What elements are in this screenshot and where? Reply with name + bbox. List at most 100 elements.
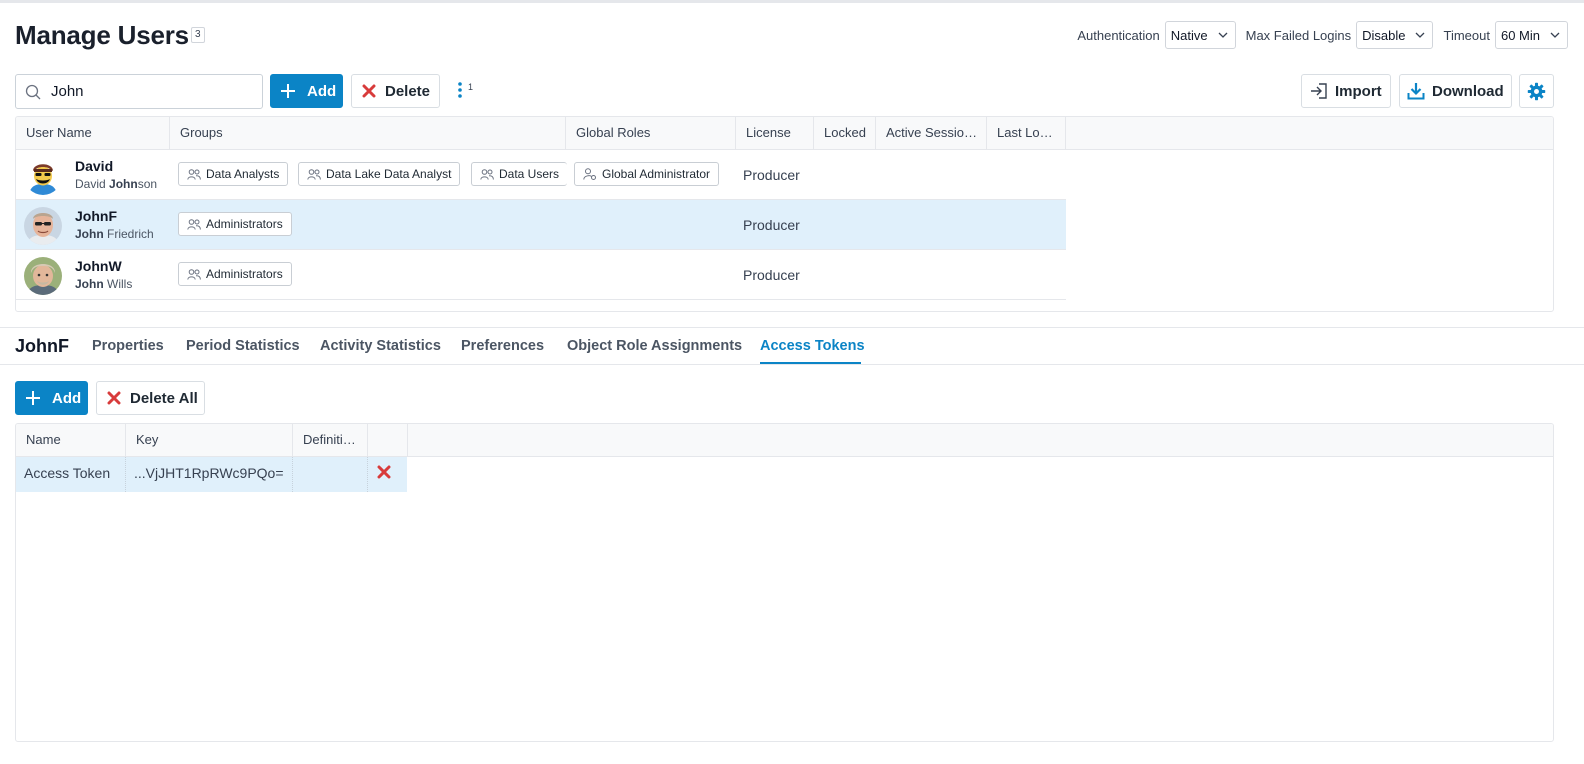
table-row[interactable]: Access Token ...VjJHT1RpRWc9PQo= — [16, 457, 407, 492]
tokens-table-header: Name Key Definiti… — [16, 424, 1553, 457]
user-name: JohnW — [75, 258, 122, 274]
chevron-down-icon — [1416, 32, 1425, 38]
tab-period-statistics[interactable]: Period Statistics — [186, 338, 300, 354]
delete-all-tokens-button[interactable]: Delete All — [96, 381, 205, 415]
user-full-name: David Johnson — [75, 177, 158, 191]
chevron-down-icon — [1550, 32, 1560, 38]
column-header-user-name[interactable]: User Name — [16, 117, 170, 149]
plus-icon — [281, 84, 295, 98]
column-header-license[interactable]: License — [736, 117, 814, 149]
license-value: Producer — [743, 167, 800, 183]
token-name: Access Token — [16, 457, 126, 492]
delete-x-icon — [362, 84, 376, 98]
import-label: Import — [1335, 82, 1382, 100]
table-row[interactable]: David David Johnson Data Analysts Data L… — [16, 150, 1066, 200]
license-value: Producer — [743, 267, 800, 283]
user-name: JohnF — [75, 208, 117, 224]
token-definition — [293, 457, 368, 492]
column-header-global-roles[interactable]: Global Roles — [566, 117, 736, 149]
access-tokens-table: Name Key Definiti… Access Token ...VjJHT… — [15, 423, 1554, 742]
chevron-down-icon — [1218, 32, 1228, 38]
group-icon — [480, 168, 494, 180]
delete-all-label: Delete All — [130, 389, 198, 407]
timeout-value: 60 Min — [1500, 27, 1540, 43]
tab-object-role-assignments[interactable]: Object Role Assignments — [567, 338, 742, 354]
delete-token-button[interactable] — [377, 465, 393, 481]
add-token-button[interactable]: Add — [15, 381, 88, 415]
kebab-menu-icon — [458, 82, 462, 98]
download-button[interactable]: Download — [1399, 74, 1512, 108]
column-header-name[interactable]: Name — [16, 424, 126, 456]
avatar — [24, 207, 62, 245]
group-icon — [187, 218, 201, 230]
timeout-label: Timeout — [1443, 27, 1490, 43]
column-header-definition[interactable]: Definiti… — [293, 424, 368, 456]
authentication-label: Authentication — [1077, 27, 1160, 43]
user-full-name: John Wills — [75, 277, 133, 291]
tab-properties[interactable]: Properties — [92, 338, 164, 354]
column-header-actions — [368, 424, 408, 456]
delete-x-icon — [107, 391, 121, 405]
table-row[interactable]: JohnF John Friedrich Administrators Prod… — [16, 200, 1066, 250]
page-title: Manage Users — [15, 20, 189, 50]
group-chip[interactable]: Administrators — [178, 212, 292, 236]
gear-icon — [1527, 82, 1546, 100]
group-chip[interactable]: Data Analysts — [178, 162, 289, 186]
users-table: User Name Groups Global Roles License Lo… — [15, 116, 1554, 312]
authentication-value: Native — [1170, 27, 1208, 43]
group-chip[interactable]: Data Lake Data Analyst — [298, 162, 461, 186]
users-table-header: User Name Groups Global Roles License Lo… — [16, 117, 1553, 150]
role-chip[interactable]: Global Administrator — [574, 162, 720, 186]
token-key: ...VjJHT1RpRWc9PQo= — [126, 457, 293, 492]
add-user-button[interactable]: Add — [270, 74, 343, 108]
delete-user-label: Delete — [385, 82, 431, 100]
top-border — [0, 0, 1584, 3]
max-failed-logins-label: Max Failed Logins — [1245, 27, 1352, 43]
table-row[interactable]: JohnW John Wills Administrators Producer — [16, 250, 1066, 300]
user-name: David — [75, 158, 114, 174]
selected-user-title: JohnF — [15, 336, 69, 356]
user-search[interactable] — [15, 74, 263, 109]
plus-icon — [26, 391, 40, 405]
active-tab-indicator — [760, 362, 861, 364]
add-token-label: Add — [52, 389, 82, 407]
column-header-active-sessions[interactable]: Active Sessio… — [876, 117, 987, 149]
download-label: Download — [1432, 82, 1504, 100]
group-icon — [187, 268, 201, 280]
group-chip[interactable]: Administrators — [178, 262, 292, 286]
more-options-count: 1 — [468, 82, 474, 92]
search-icon — [25, 84, 41, 99]
import-icon — [1311, 83, 1327, 99]
max-failed-logins-value: Disable — [1362, 27, 1406, 43]
column-header-groups[interactable]: Groups — [170, 117, 566, 149]
settings-button[interactable] — [1519, 74, 1554, 108]
column-header-locked[interactable]: Locked — [814, 117, 876, 149]
tabs-baseline — [0, 364, 1584, 365]
search-input[interactable] — [51, 83, 241, 100]
add-user-label: Add — [307, 82, 337, 100]
column-header-last-login[interactable]: Last Lo… — [987, 117, 1066, 149]
license-value: Producer — [743, 217, 800, 233]
group-icon — [307, 168, 321, 180]
tab-preferences[interactable]: Preferences — [461, 338, 544, 354]
authentication-dropdown[interactable]: Native — [1164, 21, 1236, 49]
user-full-name: John Friedrich — [75, 227, 154, 241]
download-icon — [1407, 83, 1425, 100]
column-header-key[interactable]: Key — [126, 424, 293, 456]
settings-row: Authentication Native Max Failed Logins … — [1077, 21, 1568, 49]
user-role-icon — [583, 168, 596, 180]
timeout-dropdown[interactable]: 60 Min — [1494, 21, 1568, 49]
max-failed-logins-dropdown[interactable]: Disable — [1356, 21, 1434, 49]
section-divider — [0, 327, 1584, 328]
user-count-badge: 3 — [191, 27, 205, 43]
tab-access-tokens[interactable]: Access Tokens — [760, 338, 865, 354]
tab-activity-statistics[interactable]: Activity Statistics — [320, 338, 441, 354]
delete-user-button[interactable]: Delete — [351, 74, 440, 108]
more-options-button[interactable]: 1 — [455, 81, 477, 101]
avatar — [24, 257, 62, 295]
group-chip[interactable]: Data Users — [471, 162, 567, 186]
avatar — [24, 157, 62, 195]
import-button[interactable]: Import — [1301, 74, 1391, 108]
delete-x-icon — [377, 465, 391, 479]
group-icon — [187, 168, 201, 180]
